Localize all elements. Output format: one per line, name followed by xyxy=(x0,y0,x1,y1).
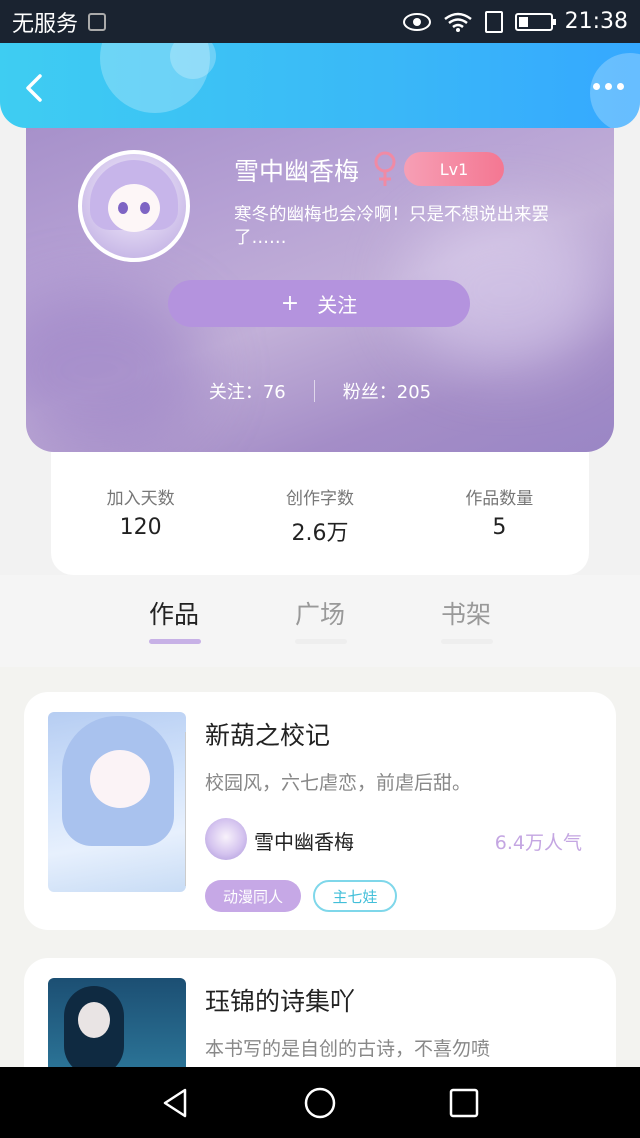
book-title[interactable]: 珏锦的诗集吖 xyxy=(205,982,355,1018)
wifi-icon xyxy=(443,11,473,33)
book-cover[interactable] xyxy=(48,712,186,892)
author-name[interactable]: 雪中幽香梅 xyxy=(254,826,354,855)
tab-bookshelf[interactable]: 书架 xyxy=(438,595,494,667)
sim-icon xyxy=(484,10,503,33)
stat-word-count: 创作字数 2.6万 xyxy=(230,484,409,575)
battery-icon xyxy=(514,12,556,31)
tab-works[interactable]: 作品 xyxy=(146,595,202,667)
triangle-back-icon xyxy=(163,1088,187,1117)
status-icons: 21:38 xyxy=(402,9,628,34)
username: 雪中幽香梅 xyxy=(234,157,360,186)
book-title[interactable]: 新葫之校记 xyxy=(205,716,330,752)
popularity-count: 6.4万人气 xyxy=(494,832,582,854)
carrier-text: 无服务 xyxy=(12,11,79,37)
stat-value: 120 xyxy=(119,515,162,540)
tag-chip[interactable]: 主七娃 xyxy=(313,880,397,912)
tab-indicator xyxy=(149,639,201,644)
tab-label: 书架 xyxy=(440,600,491,629)
stat-value: 5 xyxy=(492,515,507,540)
following-count[interactable]: 关注：76 xyxy=(209,378,286,404)
stat-label: 作品数量 xyxy=(465,489,534,509)
back-button[interactable] xyxy=(20,73,50,103)
nav-recents-button[interactable] xyxy=(447,1086,481,1120)
chevron-left-icon xyxy=(26,74,42,102)
system-nav-bar xyxy=(0,1067,640,1138)
female-icon xyxy=(371,150,399,188)
book-description: 本书写的是自创的古诗，不喜勿喷 xyxy=(205,1038,491,1060)
nav-home-button[interactable] xyxy=(303,1086,337,1120)
book-card[interactable]: 新葫之校记 校园风，六七虐恋，前虐后甜。 雪中幽香梅 6.4万人气 动漫同人 主… xyxy=(24,692,616,930)
tab-indicator xyxy=(441,639,493,644)
follow-label: 关注 xyxy=(317,293,358,317)
book-description: 校园风，六七虐恋，前虐后甜。 xyxy=(205,772,472,794)
divider xyxy=(185,732,186,886)
profile-card: 雪中幽香梅 Lv1 寒冬的幽梅也会冷啊！只是不想说出来罢了…… + 关注 关注：… xyxy=(26,110,614,452)
app-header xyxy=(0,43,640,128)
image-notification-icon xyxy=(88,12,107,31)
bio-text: 寒冬的幽梅也会冷啊！只是不想说出来罢了…… xyxy=(234,205,549,248)
tab-indicator xyxy=(295,639,347,644)
square-recents-icon xyxy=(449,1088,479,1117)
follow-button[interactable]: + 关注 xyxy=(168,280,470,327)
tab-label: 作品 xyxy=(148,600,199,629)
avatar[interactable] xyxy=(78,150,190,262)
stat-join-days: 加入天数 120 xyxy=(51,484,230,575)
followers-count[interactable]: 粉丝：205 xyxy=(343,378,431,404)
tab-square[interactable]: 广场 xyxy=(292,595,348,667)
clock: 21:38 xyxy=(564,9,628,34)
more-dots-icon xyxy=(593,83,600,90)
tag-chip[interactable]: 动漫同人 xyxy=(205,880,301,912)
plus-icon: + xyxy=(280,291,300,316)
author-avatar[interactable] xyxy=(205,818,247,860)
level-badge: Lv1 xyxy=(404,152,504,186)
follow-stats: 关注：76 粉丝：205 xyxy=(26,378,614,404)
stat-works-count: 作品数量 5 xyxy=(410,484,589,575)
status-bar: 无服务 21:38 xyxy=(0,0,640,43)
circle-home-icon xyxy=(304,1087,336,1118)
stat-value: 2.6万 xyxy=(291,521,349,546)
eye-comfort-icon xyxy=(402,12,431,31)
tab-label: 广场 xyxy=(294,600,345,629)
divider xyxy=(313,380,315,402)
tab-bar: 作品 广场 书架 xyxy=(0,575,640,667)
stats-box: 加入天数 120 创作字数 2.6万 作品数量 5 xyxy=(51,452,589,575)
stat-label: 加入天数 xyxy=(106,489,175,509)
more-button[interactable] xyxy=(593,83,624,90)
nav-back-button[interactable] xyxy=(159,1086,193,1120)
stat-label: 创作字数 xyxy=(285,489,354,509)
